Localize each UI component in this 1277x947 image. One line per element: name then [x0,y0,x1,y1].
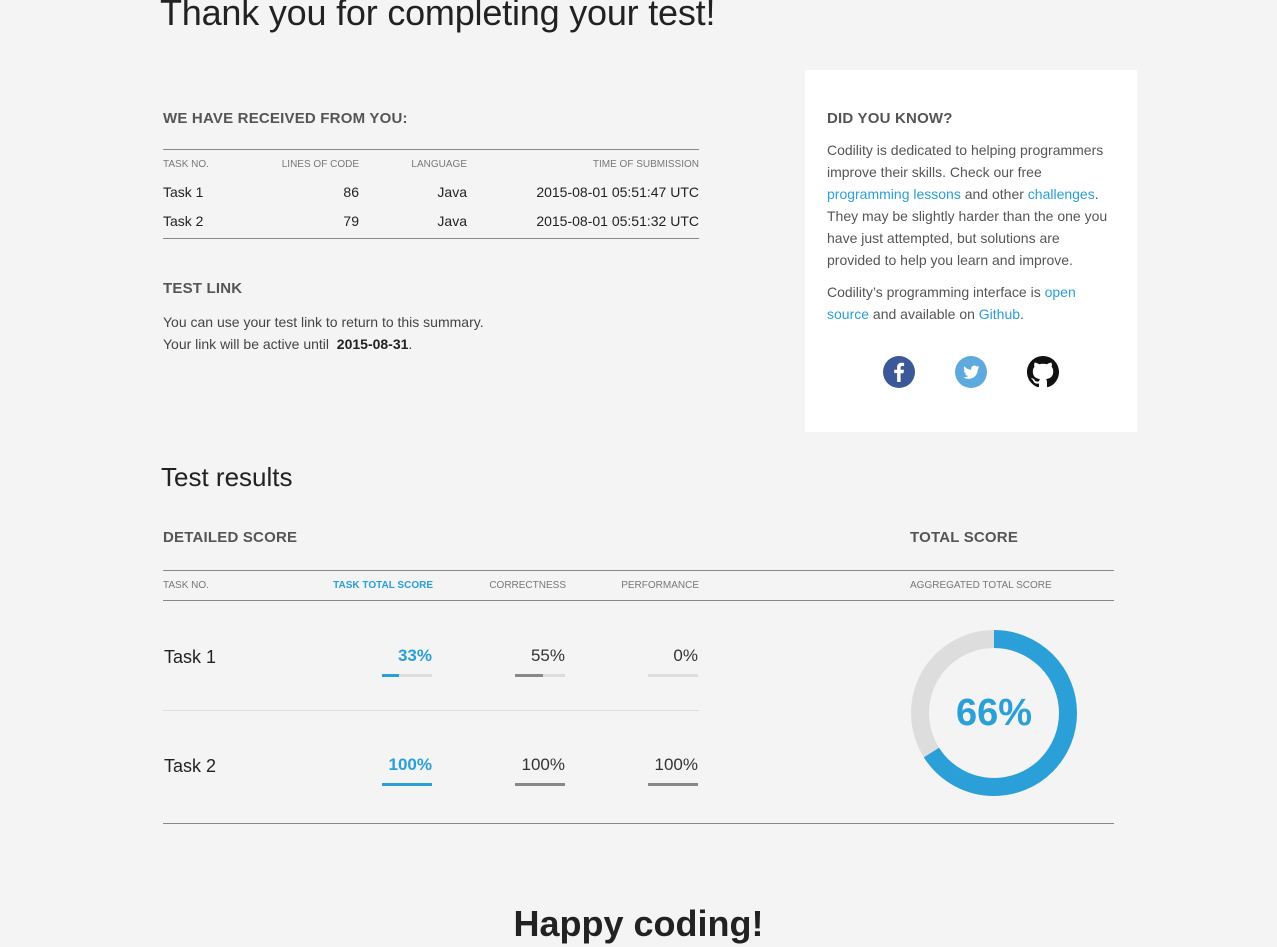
active-until-date: 2015-08-31 [336,336,409,352]
test-link-line1: You can use your test link to return to … [163,314,484,330]
column-header-task: TASK NO. [163,580,209,591]
language-cell: Java [437,213,467,230]
social-links [805,356,1137,388]
github-link[interactable]: Github [979,306,1020,322]
received-section: WE HAVE RECEIVED FROM YOU: TASK NO. LINE… [163,110,699,239]
score-bar-fill [515,674,543,677]
task-cell: Task 2 [163,213,204,230]
time-cell: 2015-08-01 05:51:47 UTC [536,183,699,200]
score-value: 55% [530,646,565,665]
score-bar [382,674,432,677]
score-bar-fill [515,783,565,786]
correctness-score: 100% [515,755,565,786]
test-link-prefix: Your link will be active until [163,336,330,352]
paragraph-text: Codility is dedicated to helping program… [827,142,1104,180]
paragraph-text: Codility’s programming interface is [827,284,1045,300]
test-link-suffix: . [408,336,413,352]
column-header-aggregated-total-score: AGGREGATED TOTAL SCORE [910,580,1052,591]
facebook-icon[interactable] [883,356,915,388]
score-value: 100% [388,755,432,774]
score-bar [648,783,698,786]
test-link-heading: TEST LINK [163,280,243,297]
paragraph-text: and other [960,186,1028,202]
aggregated-score-value: 66% [955,691,1033,734]
did-you-know-paragraph-1: Codility is dedicated to helping program… [827,139,1115,271]
table-row: Task 2 79 Java 2015-08-01 05:51:32 UTC [163,207,699,238]
score-row[interactable]: Task 2 100% 100% 100% [163,711,699,820]
column-header-language: LANGUAGE [359,149,467,176]
correctness-score: 55% [515,646,565,677]
did-you-know-heading: DID YOU KNOW? [827,110,953,127]
score-value: 0% [673,646,698,665]
score-row[interactable]: Task 1 33% 55% 0% [163,602,699,711]
score-bar-fill [382,674,399,677]
language-cell: Java [437,183,467,200]
column-header-task: TASK NO. [163,149,253,176]
github-icon[interactable] [1027,356,1059,388]
score-bar [515,674,565,677]
table-row: Task 1 86 Java 2015-08-01 05:51:47 UTC [163,176,699,207]
score-bar [515,783,565,786]
score-value: 100% [654,755,698,774]
happy-coding-footer: Happy coding! [513,903,764,944]
received-heading: WE HAVE RECEIVED FROM YOU: [163,110,408,127]
test-link-line2: Your link will be active until 2015-08-3… [163,333,723,355]
score-value: 33% [397,646,432,665]
submissions-table: TASK NO. LINES OF CODE LANGUAGE TIME OF … [163,149,699,239]
score-bar-fill [382,783,432,786]
performance-score: 0% [648,646,698,677]
task-cell: Task 1 [163,183,204,200]
score-value: 100% [521,755,565,774]
paragraph-text: . [1020,306,1024,322]
column-header-lines: LINES OF CODE [253,149,359,176]
task-total-score: 33% [382,646,432,677]
twitter-icon[interactable] [955,356,987,388]
test-results-title: Test results [161,462,293,492]
task-total-score: 100% [382,755,432,786]
lines-cell: 86 [343,183,359,200]
did-you-know-paragraph-2: Codility’s programming interface is open… [827,281,1115,325]
performance-score: 100% [648,755,698,786]
score-bar-fill [648,783,698,786]
score-table-header: TASK NO. TASK TOTAL SCORE CORRECTNESS PE… [163,570,1114,601]
programming-lessons-link[interactable]: programming lessons [827,186,961,202]
score-bar [648,674,698,677]
column-header-correctness[interactable]: CORRECTNESS [489,580,566,591]
total-score-heading: TOTAL SCORE [910,529,1019,546]
time-cell: 2015-08-01 05:51:32 UTC [536,213,699,230]
challenges-link[interactable]: challenges [1028,186,1095,202]
paragraph-text: and available on [869,306,979,322]
page-title: Thank you for completing your test! [160,0,716,33]
detailed-score-heading: DETAILED SCORE [163,529,298,546]
column-header-performance[interactable]: PERFORMANCE [621,580,699,591]
test-link-section: TEST LINK You can use your test link to … [163,280,723,355]
score-bar [382,783,432,786]
task-name: Task 1 [164,647,217,667]
column-header-time: TIME OF SUBMISSION [467,149,699,176]
column-header-task-total-score[interactable]: TASK TOTAL SCORE [333,580,433,591]
lines-cell: 79 [343,213,359,230]
did-you-know-card: DID YOU KNOW? Codility is dedicated to h… [805,70,1137,432]
results-divider [163,823,1114,824]
task-name: Task 2 [164,756,217,776]
